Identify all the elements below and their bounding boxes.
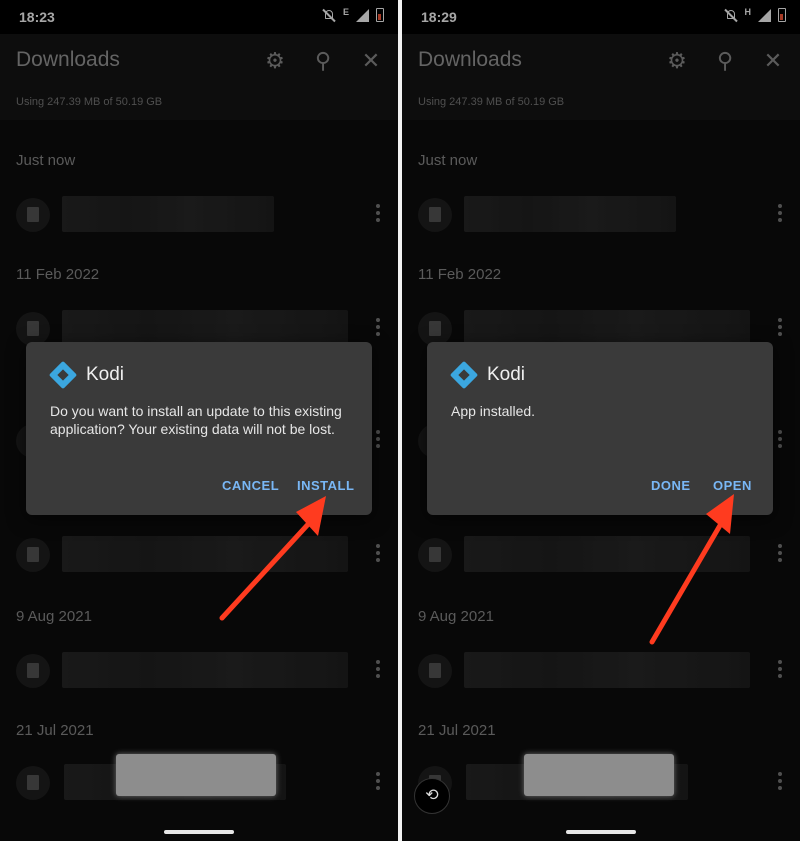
screenshot-right: 18:29 H Downloads ⚙ ⚲ ✕ Using 247.39 MB …	[402, 0, 800, 841]
gesture-nav-bar[interactable]	[164, 830, 234, 834]
rotate-icon[interactable]: ⟲	[414, 778, 450, 814]
gesture-nav-bar[interactable]	[566, 830, 636, 834]
screenshot-left: 18:23 E Downloads ⚙ ⚲ ✕ Using 247.39 MB …	[0, 0, 398, 841]
annotation-arrow	[219, 496, 326, 621]
annotation-arrow	[649, 494, 734, 645]
